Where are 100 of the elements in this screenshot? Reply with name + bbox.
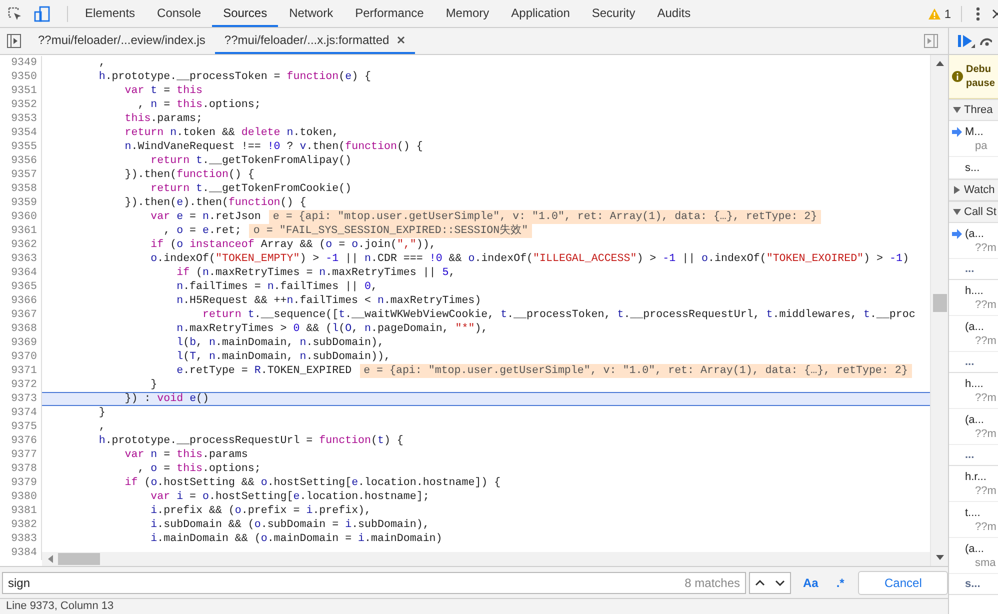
stack-item-name[interactable]: h.... [965,377,996,391]
match-count: 8 matches [684,576,740,590]
code-line: var n = this.params [124,448,248,462]
inline-value: e = {api: "mtop.user.getUserSimple", v: "1.0", ret: Array(1), data: {…}, retType: 2} [268,210,822,224]
line-number: 9365 [0,280,42,294]
line-number: 9369 [0,336,42,350]
scroll-down-icon[interactable] [936,555,944,560]
line-number: 9359 [0,196,42,210]
line-number: 9378 [0,462,42,476]
line-number: 9360 [0,210,42,224]
line-number: 9354 [0,126,42,140]
search-option-button[interactable]: Aa [797,576,824,590]
file-tab[interactable]: ??mui/feloader/...x.js:formatted [215,28,416,54]
panel-tab[interactable]: Performance [344,0,435,27]
line-number: 9351 [0,84,42,98]
stack-item-name[interactable]: (a... [965,413,996,427]
async-separator: ... [965,263,974,275]
section-header[interactable]: Threa [949,99,998,121]
paused-message: Debu [966,62,991,76]
panel-tab[interactable]: Security [580,0,646,27]
inline-value: e = {api: "mtop.user.getUserSimple", v: "1.0", ret: Array(1), data: {…}, retType: 2} [360,364,912,378]
cancel-button[interactable]: Cancel [858,570,948,594]
stack-item-name[interactable]: s... [965,161,980,175]
line-number: 9363 [0,252,42,266]
stack-item-location: ??m [974,427,996,441]
stack-item-location: ??m [974,520,996,534]
line-number: 9367 [0,308,42,322]
code-line: } [150,378,158,392]
line-number: 9350 [0,70,42,84]
async-separator: s... [965,578,980,590]
code-line: n.H5Request && ++n.failTimes < n.maxRetryTimes) [176,294,482,308]
stack-item-name[interactable]: M... [965,125,988,139]
line-number: 9376 [0,434,42,448]
code-line: , [98,56,106,70]
warning-count[interactable]: 1 [944,6,951,20]
search-option-button[interactable]: .* [830,576,850,590]
line-number: 9357 [0,168,42,182]
close-icon[interactable] [992,8,998,18]
stack-item-name[interactable]: t.... [965,506,996,520]
line-number: 9383 [0,532,42,546]
line-number: 9361 [0,224,42,238]
file-tab[interactable]: ??mui/feloader/...eview/index.js [29,28,216,54]
paused-message: pause [966,76,995,90]
code-line: , [98,420,106,434]
stack-item-name[interactable]: (a... [965,320,996,334]
navigator-toggle-icon[interactable] [7,34,21,48]
code-line: } [98,406,106,420]
code-line: }) : void e() [124,393,210,405]
section-header[interactable]: Watch [949,179,998,201]
horizontal-scrollbar[interactable] [42,552,930,566]
step-over-icon[interactable] [980,36,992,46]
vertical-scrollbar[interactable] [930,55,948,566]
code-line: , o = this.options; [136,462,261,476]
line-number: 9379 [0,476,42,490]
line-number: 9371 [0,364,42,378]
line-number: 9349 [0,56,42,70]
stack-item-name[interactable]: (a... [965,227,996,241]
resume-icon[interactable] [957,34,975,48]
line-number: 9356 [0,154,42,168]
stack-item-name[interactable]: h.... [965,284,996,298]
code-line: n.WindVaneRequest !== !0 ? v.then(function() { [124,140,423,154]
code-line: n.failTimes = n.failTimes || 0, [176,280,378,294]
stack-item-location: ??m [974,298,996,312]
cursor-position: Line 9373, Column 13 [6,600,114,612]
panel-tab[interactable]: Application [500,0,581,27]
scroll-left-icon[interactable] [48,555,54,563]
code-line: return t.__sequence([t.__waitWKWebViewCookie, t.__processToken, t.__processRequestUrl, t.middlewares, t.__proc [202,308,916,322]
scroll-up-icon[interactable] [936,61,944,66]
line-number: 9362 [0,238,42,252]
stack-item-location: ??m [974,391,996,405]
code-line: return t.__getTokenFromAlipay() [150,154,352,168]
section-header[interactable]: Call St [949,201,998,223]
panel-tab[interactable]: Elements [74,0,146,27]
inspect-icon[interactable] [7,6,23,22]
sidebar-toggle-icon[interactable] [924,34,938,48]
code-line: i.prefix && (o.prefix = i.prefix), [150,504,372,518]
device-toolbar-icon[interactable] [33,6,51,22]
panel-tab[interactable]: Console [146,0,212,27]
code-line: }).then(function() { [124,168,254,182]
code-line: i.mainDomain && (o.mainDomain = i.mainDomain) [150,532,442,546]
scrollbar-thumb[interactable] [932,294,946,312]
code-line: h.prototype.__processRequestUrl = function(t) { [98,434,404,448]
code-line: var i = o.hostSetting[e.location.hostname]; [150,490,430,504]
stack-item-name[interactable]: (a... [965,542,996,556]
panel-tab[interactable]: Network [278,0,344,27]
code-line: return t.__getTokenFromCookie() [150,182,352,196]
code-line: o.indexOf("TOKEN_EMPTY") > -1 || n.CDR === !0 && o.indexOf("ILLEGAL_ACCESS") > -1 || o.indexOf("TOKEN_EXOIRED") > -1) [150,252,909,266]
line-number: 9353 [0,112,42,126]
stack-item-location: ??m [974,241,996,255]
line-number: 9377 [0,448,42,462]
stack-item-name[interactable]: h.r... [965,470,996,484]
scrollbar-thumb[interactable] [58,553,100,565]
code-line: return n.token && delete n.token, [124,126,339,140]
line-number: 9372 [0,378,42,392]
close-icon[interactable] [397,36,406,44]
inline-value: o = "FAIL_SYS_SESSION_EXPIRED::SESSION失效" [249,224,532,238]
line-number: 9380 [0,490,42,504]
more-menu-icon[interactable] [976,6,980,20]
panel-tab[interactable]: Memory [434,0,500,27]
panel-tab[interactable]: Audits [646,0,702,27]
